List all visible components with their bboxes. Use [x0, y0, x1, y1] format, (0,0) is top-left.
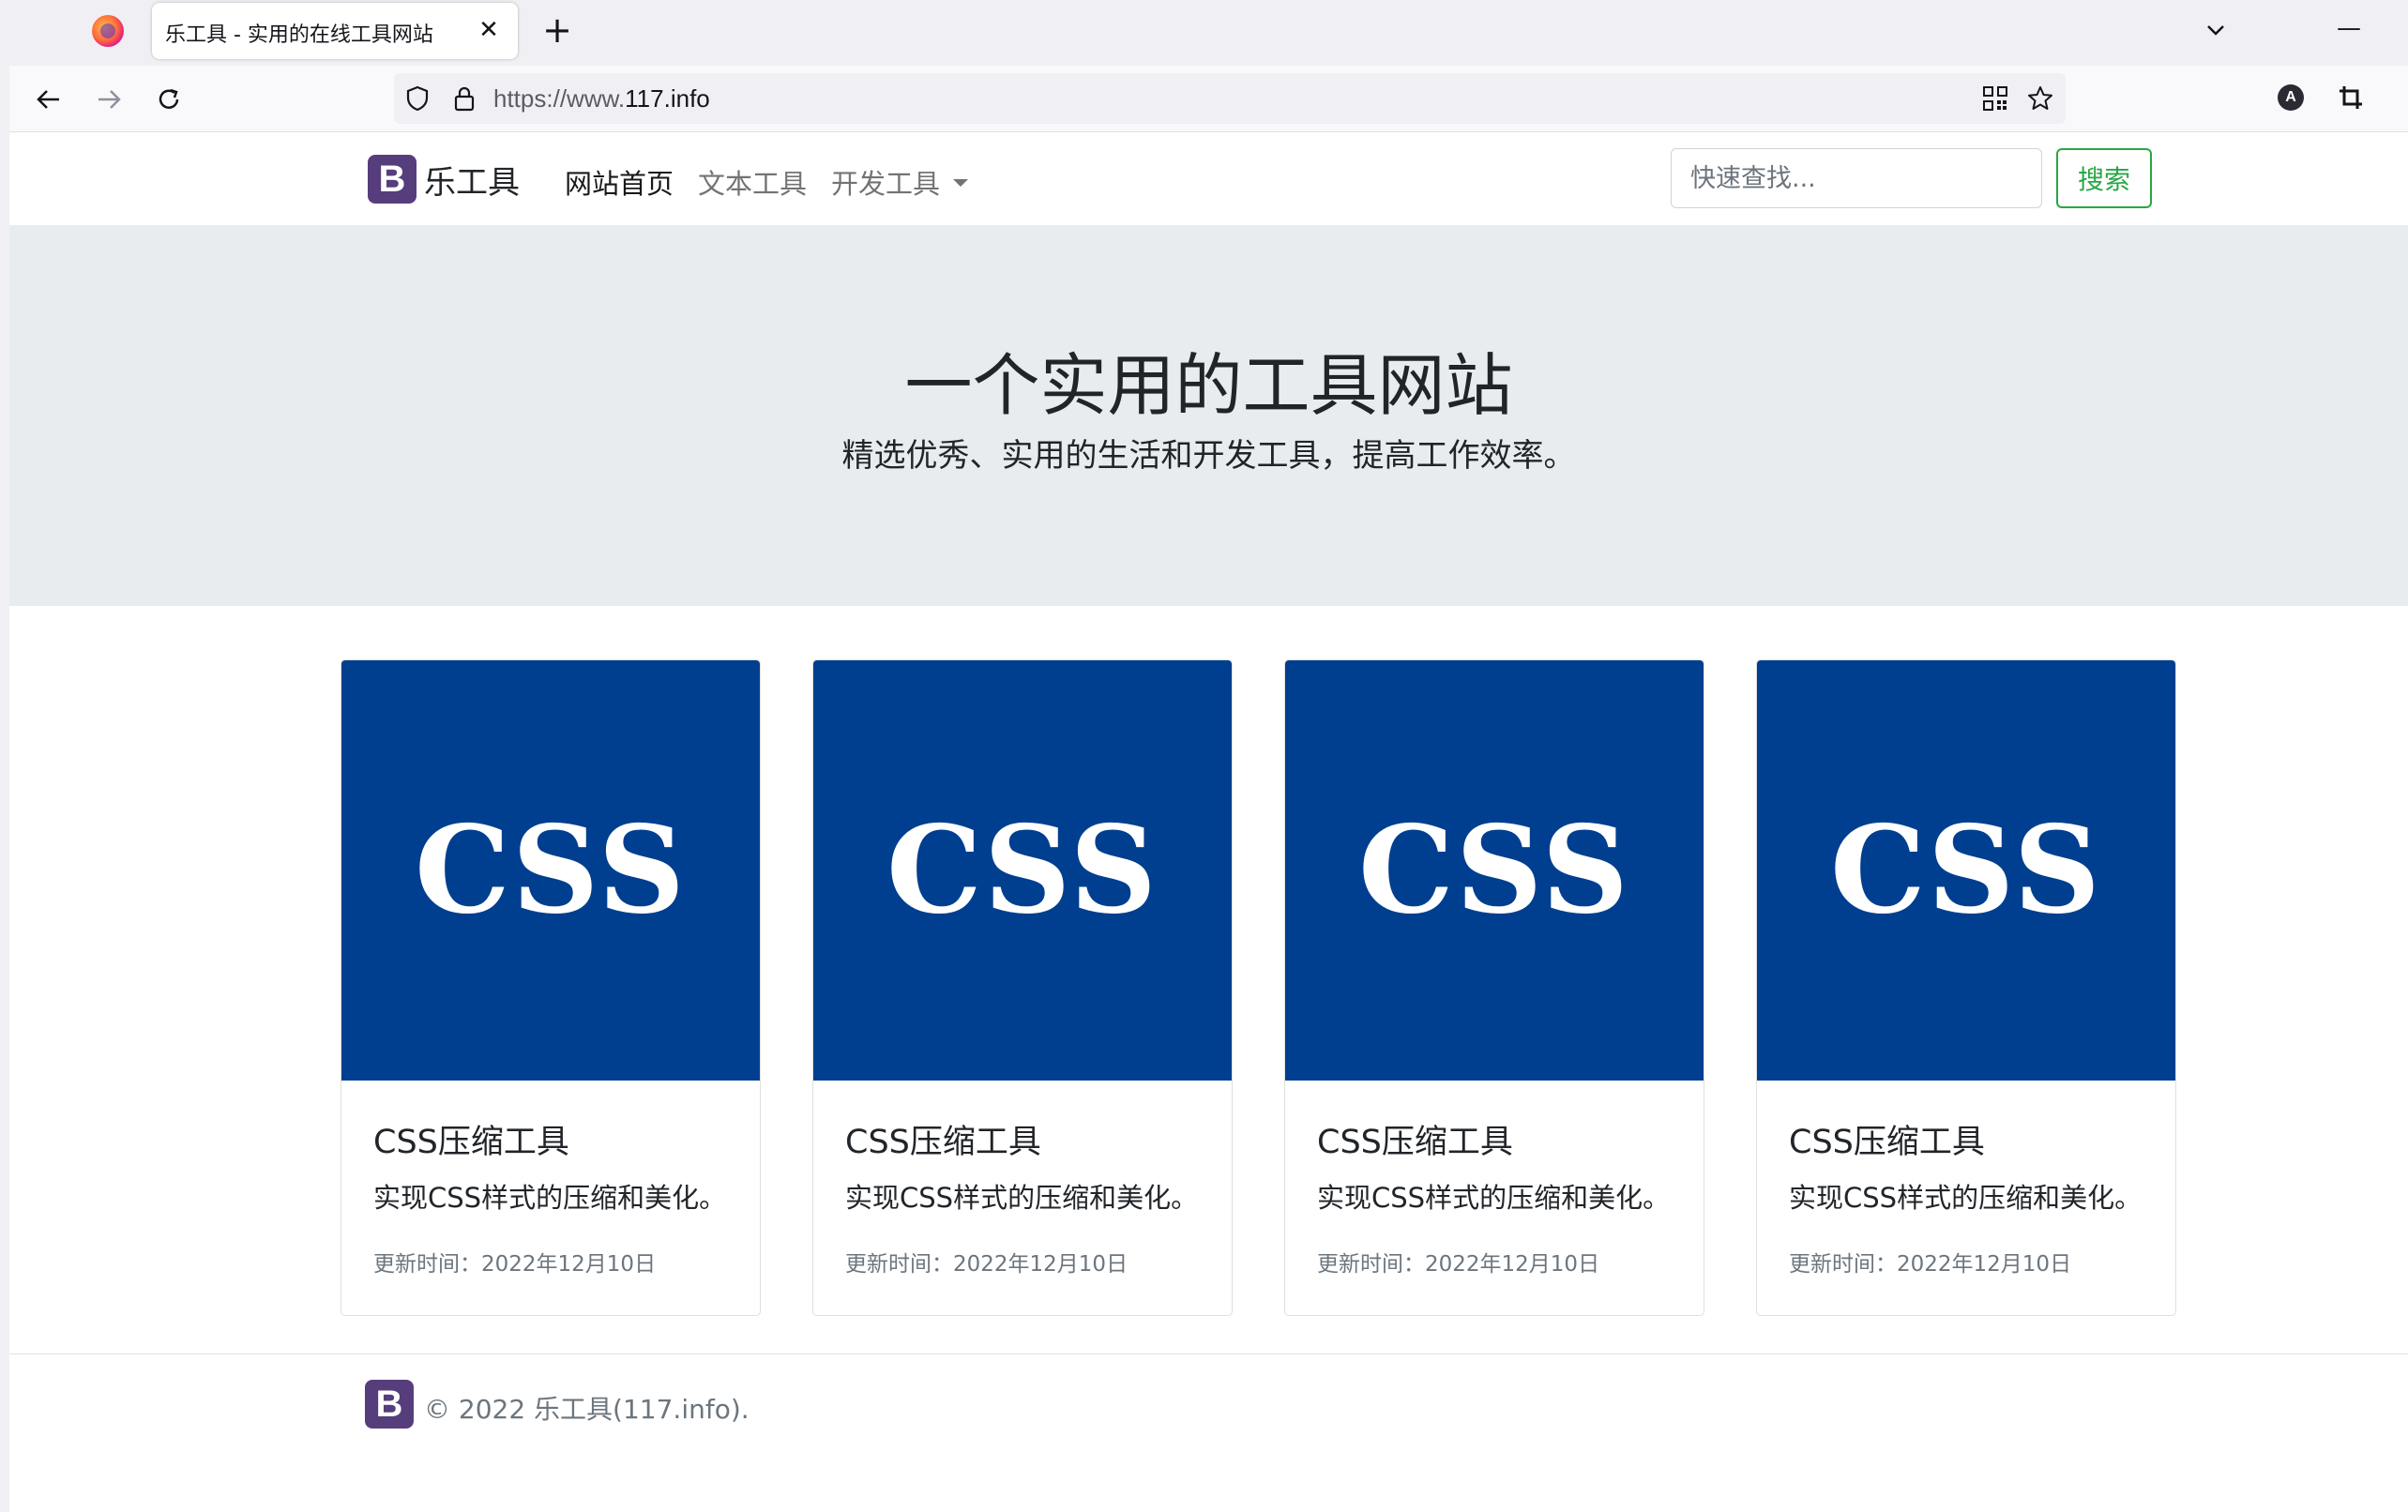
footer-divider — [9, 1353, 2408, 1354]
tool-card[interactable]: CSS CSS压缩工具 实现CSS样式的压缩和美化。 更新时间：2022年12月… — [341, 659, 761, 1316]
browser-tab-strip: 乐工具 - 实用的在线工具网站 ✕ + — — [0, 0, 2408, 66]
browser-tab-active[interactable]: 乐工具 - 实用的在线工具网站 ✕ — [152, 3, 518, 59]
qr-code-icon[interactable] — [1979, 83, 2011, 114]
card-image-text: CSS — [1830, 800, 2102, 941]
card-image-text: CSS — [886, 800, 1159, 941]
card-updated-time: 更新时间：2022年12月10日 — [1317, 1252, 1600, 1277]
web-page: B 乐工具 网站首页 文本工具 开发工具 搜索 一个实用的工具网站 精选优秀、实… — [9, 132, 2408, 1512]
lock-icon[interactable] — [448, 83, 480, 114]
card-description: 实现CSS样式的压缩和美化。 — [1789, 1182, 2143, 1214]
crop-screenshot-icon[interactable] — [2332, 79, 2370, 116]
card-description: 实现CSS样式的压缩和美化。 — [373, 1182, 727, 1214]
nav-link-dev-tools-label: 开发工具 — [831, 168, 941, 200]
card-title[interactable]: CSS压缩工具 — [845, 1115, 1041, 1163]
back-arrow-icon[interactable] — [26, 77, 71, 122]
hero-section: 一个实用的工具网站 精选优秀、实用的生活和开发工具，提高工作效率。 — [9, 225, 2408, 606]
card-image-text: CSS — [415, 800, 687, 941]
forward-arrow-icon[interactable] — [86, 77, 131, 122]
firefox-icon[interactable] — [92, 15, 124, 47]
tool-card[interactable]: CSS CSS压缩工具 实现CSS样式的压缩和美化。 更新时间：2022年12月… — [1756, 659, 2176, 1316]
footer-logo: B — [365, 1380, 414, 1429]
tool-card[interactable]: CSS CSS压缩工具 实现CSS样式的压缩和美化。 更新时间：2022年12月… — [1284, 659, 1704, 1316]
dropdown-caret-icon — [953, 179, 969, 187]
card-updated-time: 更新时间：2022年12月10日 — [1789, 1252, 2072, 1277]
card-title[interactable]: CSS压缩工具 — [373, 1115, 569, 1163]
nav-link-text-tools[interactable]: 文本工具 — [698, 162, 807, 202]
tab-title: 乐工具 - 实用的在线工具网站 — [165, 23, 433, 47]
browser-toolbar: https://www.117.info A — [0, 66, 2408, 132]
card-updated-time: 更新时间：2022年12月10日 — [845, 1252, 1128, 1277]
nav-link-home[interactable]: 网站首页 — [565, 162, 674, 202]
footer-copyright: © 2022 乐工具(117.info). — [424, 1394, 750, 1425]
card-image[interactable]: CSS — [1285, 660, 1704, 1081]
close-tab-icon[interactable]: ✕ — [473, 14, 505, 46]
tool-card[interactable]: CSS CSS压缩工具 实现CSS样式的压缩和美化。 更新时间：2022年12月… — [812, 659, 1233, 1316]
search-button[interactable]: 搜索 — [2056, 148, 2152, 208]
new-tab-button[interactable]: + — [537, 9, 578, 51]
reload-icon[interactable] — [146, 77, 191, 122]
hero-title: 一个实用的工具网站 — [904, 346, 1513, 425]
search-input[interactable] — [1671, 148, 2042, 208]
site-brand[interactable]: B 乐工具 — [368, 155, 520, 204]
brand-name: 乐工具 — [424, 163, 520, 202]
chevron-down-icon[interactable] — [2197, 13, 2234, 47]
card-image[interactable]: CSS — [1757, 660, 2175, 1081]
site-navbar: B 乐工具 网站首页 文本工具 开发工具 搜索 — [9, 132, 2408, 225]
nav-link-dev-tools[interactable]: 开发工具 — [831, 162, 969, 202]
address-bar[interactable]: https://www.117.info — [394, 73, 2066, 124]
card-title[interactable]: CSS压缩工具 — [1317, 1115, 1513, 1163]
card-image-text: CSS — [1358, 800, 1630, 941]
shield-icon[interactable] — [401, 83, 433, 114]
bookmark-star-icon[interactable] — [2024, 83, 2056, 114]
url-text: https://www.117.info — [493, 84, 710, 113]
card-description: 实现CSS样式的压缩和美化。 — [845, 1182, 1199, 1214]
brand-logo: B — [368, 155, 416, 204]
minimize-window-button[interactable]: — — [2330, 9, 2368, 47]
window-edge — [0, 66, 9, 1512]
hero-subtitle: 精选优秀、实用的生活和开发工具，提高工作效率。 — [841, 437, 1576, 475]
card-image[interactable]: CSS — [813, 660, 1232, 1081]
card-image[interactable]: CSS — [341, 660, 760, 1081]
card-title[interactable]: CSS压缩工具 — [1789, 1115, 1985, 1163]
card-description: 实现CSS样式的压缩和美化。 — [1317, 1182, 1671, 1214]
card-updated-time: 更新时间：2022年12月10日 — [373, 1252, 657, 1277]
account-icon[interactable]: A — [2272, 79, 2310, 116]
